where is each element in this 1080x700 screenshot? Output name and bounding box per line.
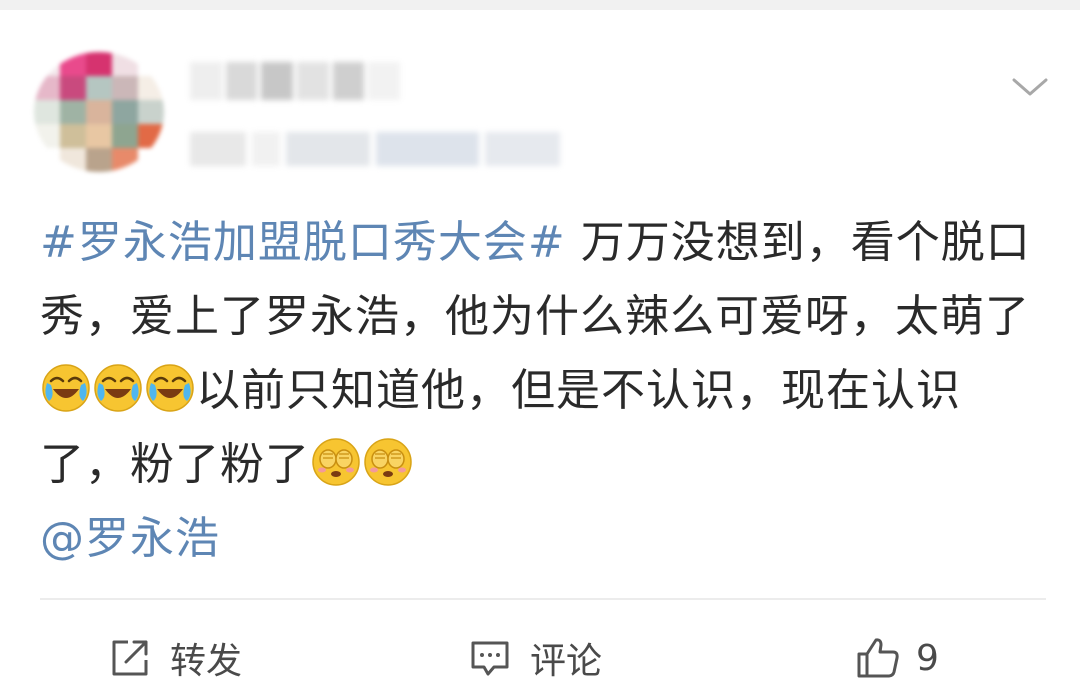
repost-icon [112,640,148,676]
repost-label: 转发 [170,641,243,682]
chevron-down-icon[interactable] [1010,72,1050,102]
like-count: 9 [916,637,939,679]
comment-button[interactable]: 评论 [468,628,602,688]
hashtag-link[interactable]: #罗永浩加盟脱口秀大会# [40,217,566,268]
post-content: #罗永浩加盟脱口秀大会# 万万没想到，看个脱口秀，爱上了罗永浩，他为什么辣么可爱… [40,206,1050,576]
laughing-crying-emoji-icon [145,363,195,413]
avatar[interactable] [34,52,164,172]
covering-face-emoji-icon [311,437,361,487]
covering-face-emoji-icon [363,437,413,487]
thumbs-up-icon [857,638,899,678]
username-redacted[interactable] [190,62,401,100]
comment-label: 评论 [530,641,603,682]
weibo-post-card: #罗永浩加盟脱口秀大会# 万万没想到，看个脱口秀，爱上了罗永浩，他为什么辣么可爱… [0,10,1080,700]
comment-icon [471,641,509,676]
mention-link[interactable]: @罗永浩 [40,513,220,564]
laughing-crying-emoji-icon [41,363,91,413]
like-button[interactable]: 9 [854,628,939,688]
repost-button[interactable]: 转发 [108,628,242,688]
laughing-crying-emoji-icon [93,363,143,413]
divider [40,598,1046,600]
timestamp-redacted [190,132,560,166]
